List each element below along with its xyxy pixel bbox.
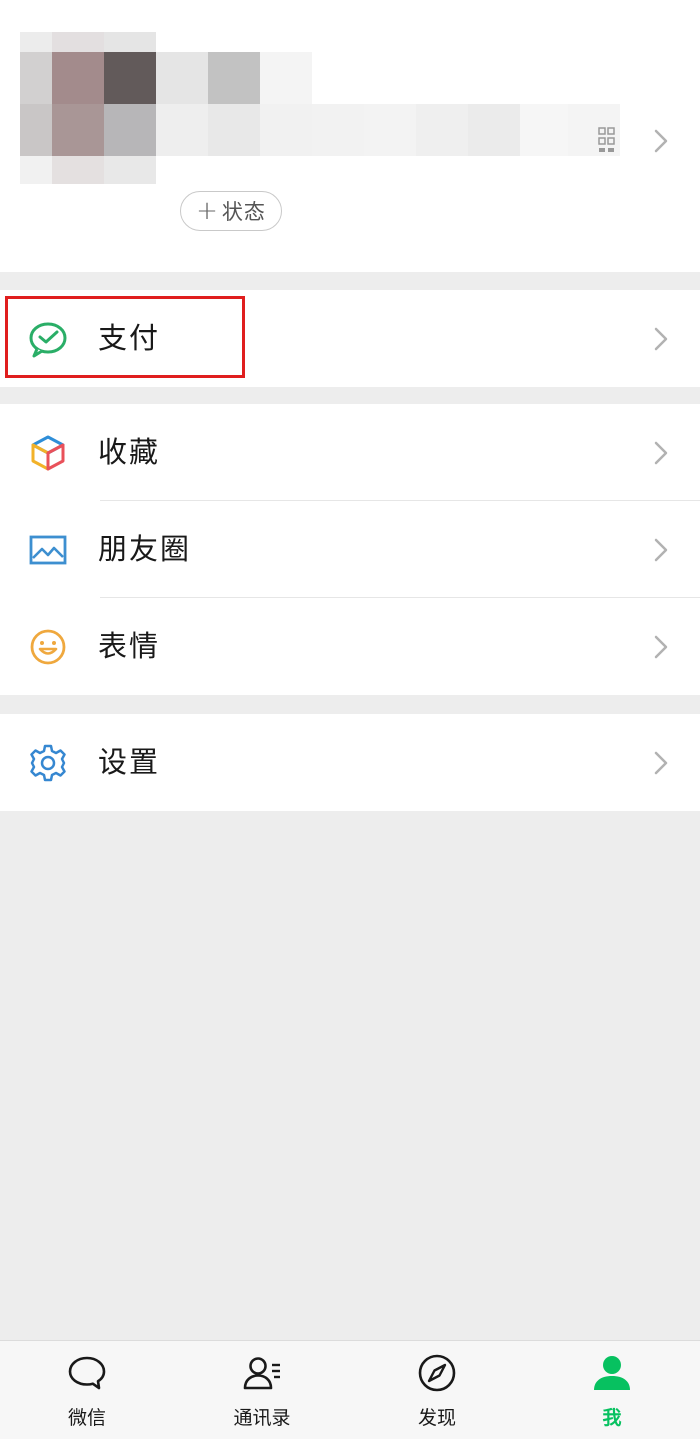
sticker-smile-icon <box>30 629 66 665</box>
menu-group-settings: 设置 <box>0 714 700 811</box>
tab-label: 发现 <box>417 1407 456 1429</box>
chat-bubble-icon <box>68 1356 106 1390</box>
chevron-right-icon <box>654 441 668 465</box>
plus-icon: + <box>196 196 218 226</box>
menu-item-label: 表情 <box>98 629 161 663</box>
compass-icon <box>418 1354 456 1392</box>
tab-contacts[interactable]: 通讯录 <box>197 1341 327 1439</box>
profile-header[interactable]: + 状态 <box>0 0 700 272</box>
add-status-button[interactable]: + 状态 <box>180 191 282 231</box>
chevron-right-icon <box>654 751 668 775</box>
tab-discover[interactable]: 发现 <box>372 1341 502 1439</box>
menu-item-label: 朋友圈 <box>98 532 192 566</box>
contacts-icon <box>243 1357 280 1390</box>
qr-code-icon[interactable] <box>598 126 616 154</box>
menu-item-favorites[interactable]: 收藏 <box>0 404 700 501</box>
chevron-right-icon <box>654 538 668 562</box>
highlight-annotation-box <box>5 296 245 378</box>
tab-label: 微信 <box>67 1407 106 1429</box>
tab-me[interactable]: 我 <box>547 1341 677 1439</box>
gear-icon <box>30 744 66 782</box>
tab-label: 我 <box>602 1407 622 1429</box>
person-icon <box>594 1356 630 1390</box>
chevron-right-icon <box>654 327 668 351</box>
menu-item-stickers[interactable]: 表情 <box>0 598 700 695</box>
status-button-label: 状态 <box>221 200 266 224</box>
tab-chats[interactable]: 微信 <box>22 1341 152 1439</box>
menu-item-label: 收藏 <box>98 435 161 469</box>
moments-photo-icon <box>29 535 67 565</box>
tab-label: 通讯录 <box>233 1407 291 1429</box>
chevron-right-icon <box>654 129 668 153</box>
bottom-tab-bar: 微信 通讯录 发现 我 <box>0 1340 700 1439</box>
favorites-cube-icon <box>31 435 65 471</box>
menu-item-label: 设置 <box>98 745 161 779</box>
menu-item-moments[interactable]: 朋友圈 <box>0 501 700 598</box>
menu-group-main: 收藏 朋友圈 表情 <box>0 404 700 695</box>
chevron-right-icon <box>654 635 668 659</box>
blurred-profile-info <box>20 32 620 188</box>
menu-item-settings[interactable]: 设置 <box>0 714 700 811</box>
